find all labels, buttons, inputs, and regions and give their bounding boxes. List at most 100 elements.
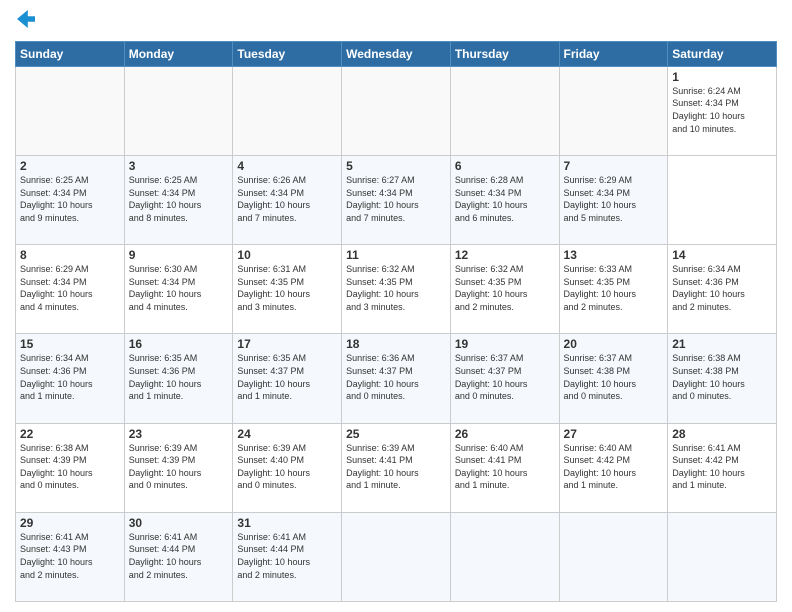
day-number: 31 xyxy=(237,516,337,530)
calendar-cell: 2Sunrise: 6:25 AMSunset: 4:34 PMDaylight… xyxy=(16,155,125,244)
calendar-week-4: 22Sunrise: 6:38 AMSunset: 4:39 PMDayligh… xyxy=(16,423,777,512)
calendar-cell: 27Sunrise: 6:40 AMSunset: 4:42 PMDayligh… xyxy=(559,423,668,512)
col-header-thursday: Thursday xyxy=(450,41,559,66)
calendar-week-1: 2Sunrise: 6:25 AMSunset: 4:34 PMDaylight… xyxy=(16,155,777,244)
day-number: 14 xyxy=(672,248,772,262)
day-number: 20 xyxy=(564,337,664,351)
cell-info: Sunrise: 6:31 AMSunset: 4:35 PMDaylight:… xyxy=(237,263,337,313)
day-number: 21 xyxy=(672,337,772,351)
cell-info: Sunrise: 6:35 AMSunset: 4:36 PMDaylight:… xyxy=(129,352,229,402)
cell-info: Sunrise: 6:25 AMSunset: 4:34 PMDaylight:… xyxy=(20,174,120,224)
calendar-cell: 21Sunrise: 6:38 AMSunset: 4:38 PMDayligh… xyxy=(668,334,777,423)
cell-info: Sunrise: 6:41 AMSunset: 4:42 PMDaylight:… xyxy=(672,442,772,492)
calendar-cell: 9Sunrise: 6:30 AMSunset: 4:34 PMDaylight… xyxy=(124,245,233,334)
calendar-cell xyxy=(233,66,342,155)
day-number: 13 xyxy=(564,248,664,262)
calendar-cell: 26Sunrise: 6:40 AMSunset: 4:41 PMDayligh… xyxy=(450,423,559,512)
day-number: 25 xyxy=(346,427,446,441)
calendar-cell: 6Sunrise: 6:28 AMSunset: 4:34 PMDaylight… xyxy=(450,155,559,244)
cell-info: Sunrise: 6:33 AMSunset: 4:35 PMDaylight:… xyxy=(564,263,664,313)
col-header-monday: Monday xyxy=(124,41,233,66)
day-number: 24 xyxy=(237,427,337,441)
day-number: 29 xyxy=(20,516,120,530)
calendar-cell xyxy=(668,512,777,601)
day-number: 27 xyxy=(564,427,664,441)
calendar-cell xyxy=(124,66,233,155)
cell-info: Sunrise: 6:41 AMSunset: 4:43 PMDaylight:… xyxy=(20,531,120,581)
calendar-cell xyxy=(16,66,125,155)
calendar-cell: 4Sunrise: 6:26 AMSunset: 4:34 PMDaylight… xyxy=(233,155,342,244)
logo xyxy=(15,10,35,33)
calendar-week-0: 1Sunrise: 6:24 AMSunset: 4:34 PMDaylight… xyxy=(16,66,777,155)
cell-info: Sunrise: 6:41 AMSunset: 4:44 PMDaylight:… xyxy=(237,531,337,581)
day-number: 5 xyxy=(346,159,446,173)
cell-info: Sunrise: 6:37 AMSunset: 4:37 PMDaylight:… xyxy=(455,352,555,402)
calendar-cell xyxy=(342,512,451,601)
calendar-cell: 16Sunrise: 6:35 AMSunset: 4:36 PMDayligh… xyxy=(124,334,233,423)
cell-info: Sunrise: 6:28 AMSunset: 4:34 PMDaylight:… xyxy=(455,174,555,224)
cell-info: Sunrise: 6:25 AMSunset: 4:34 PMDaylight:… xyxy=(129,174,229,224)
cell-info: Sunrise: 6:30 AMSunset: 4:34 PMDaylight:… xyxy=(129,263,229,313)
day-number: 17 xyxy=(237,337,337,351)
cell-info: Sunrise: 6:26 AMSunset: 4:34 PMDaylight:… xyxy=(237,174,337,224)
cell-info: Sunrise: 6:32 AMSunset: 4:35 PMDaylight:… xyxy=(346,263,446,313)
calendar-cell: 24Sunrise: 6:39 AMSunset: 4:40 PMDayligh… xyxy=(233,423,342,512)
cell-info: Sunrise: 6:29 AMSunset: 4:34 PMDaylight:… xyxy=(20,263,120,313)
calendar-cell: 10Sunrise: 6:31 AMSunset: 4:35 PMDayligh… xyxy=(233,245,342,334)
cell-info: Sunrise: 6:36 AMSunset: 4:37 PMDaylight:… xyxy=(346,352,446,402)
calendar-cell: 25Sunrise: 6:39 AMSunset: 4:41 PMDayligh… xyxy=(342,423,451,512)
calendar-cell: 19Sunrise: 6:37 AMSunset: 4:37 PMDayligh… xyxy=(450,334,559,423)
cell-info: Sunrise: 6:34 AMSunset: 4:36 PMDaylight:… xyxy=(20,352,120,402)
cell-info: Sunrise: 6:35 AMSunset: 4:37 PMDaylight:… xyxy=(237,352,337,402)
day-number: 4 xyxy=(237,159,337,173)
cell-info: Sunrise: 6:40 AMSunset: 4:42 PMDaylight:… xyxy=(564,442,664,492)
col-header-sunday: Sunday xyxy=(16,41,125,66)
calendar-cell: 11Sunrise: 6:32 AMSunset: 4:35 PMDayligh… xyxy=(342,245,451,334)
day-number: 28 xyxy=(672,427,772,441)
calendar-header-row: SundayMondayTuesdayWednesdayThursdayFrid… xyxy=(16,41,777,66)
calendar-cell: 5Sunrise: 6:27 AMSunset: 4:34 PMDaylight… xyxy=(342,155,451,244)
cell-info: Sunrise: 6:27 AMSunset: 4:34 PMDaylight:… xyxy=(346,174,446,224)
logo-arrow-icon xyxy=(17,10,35,28)
day-number: 3 xyxy=(129,159,229,173)
day-number: 12 xyxy=(455,248,555,262)
day-number: 26 xyxy=(455,427,555,441)
page: SundayMondayTuesdayWednesdayThursdayFrid… xyxy=(0,0,792,612)
cell-info: Sunrise: 6:32 AMSunset: 4:35 PMDaylight:… xyxy=(455,263,555,313)
day-number: 8 xyxy=(20,248,120,262)
col-header-saturday: Saturday xyxy=(668,41,777,66)
col-header-friday: Friday xyxy=(559,41,668,66)
calendar-cell: 31Sunrise: 6:41 AMSunset: 4:44 PMDayligh… xyxy=(233,512,342,601)
calendar-cell: 29Sunrise: 6:41 AMSunset: 4:43 PMDayligh… xyxy=(16,512,125,601)
cell-info: Sunrise: 6:24 AMSunset: 4:34 PMDaylight:… xyxy=(672,85,772,135)
calendar-week-2: 8Sunrise: 6:29 AMSunset: 4:34 PMDaylight… xyxy=(16,245,777,334)
calendar-cell: 15Sunrise: 6:34 AMSunset: 4:36 PMDayligh… xyxy=(16,334,125,423)
day-number: 18 xyxy=(346,337,446,351)
col-header-wednesday: Wednesday xyxy=(342,41,451,66)
day-number: 23 xyxy=(129,427,229,441)
calendar-cell: 23Sunrise: 6:39 AMSunset: 4:39 PMDayligh… xyxy=(124,423,233,512)
day-number: 1 xyxy=(672,70,772,84)
day-number: 10 xyxy=(237,248,337,262)
calendar-week-3: 15Sunrise: 6:34 AMSunset: 4:36 PMDayligh… xyxy=(16,334,777,423)
cell-info: Sunrise: 6:38 AMSunset: 4:39 PMDaylight:… xyxy=(20,442,120,492)
calendar-cell: 17Sunrise: 6:35 AMSunset: 4:37 PMDayligh… xyxy=(233,334,342,423)
calendar-cell xyxy=(450,66,559,155)
calendar-cell xyxy=(450,512,559,601)
calendar-cell xyxy=(342,66,451,155)
calendar-cell: 30Sunrise: 6:41 AMSunset: 4:44 PMDayligh… xyxy=(124,512,233,601)
cell-info: Sunrise: 6:29 AMSunset: 4:34 PMDaylight:… xyxy=(564,174,664,224)
day-number: 2 xyxy=(20,159,120,173)
calendar-cell: 13Sunrise: 6:33 AMSunset: 4:35 PMDayligh… xyxy=(559,245,668,334)
calendar-cell: 7Sunrise: 6:29 AMSunset: 4:34 PMDaylight… xyxy=(559,155,668,244)
day-number: 7 xyxy=(564,159,664,173)
calendar-cell: 14Sunrise: 6:34 AMSunset: 4:36 PMDayligh… xyxy=(668,245,777,334)
cell-info: Sunrise: 6:41 AMSunset: 4:44 PMDaylight:… xyxy=(129,531,229,581)
cell-info: Sunrise: 6:34 AMSunset: 4:36 PMDaylight:… xyxy=(672,263,772,313)
day-number: 9 xyxy=(129,248,229,262)
calendar-cell: 8Sunrise: 6:29 AMSunset: 4:34 PMDaylight… xyxy=(16,245,125,334)
cell-info: Sunrise: 6:38 AMSunset: 4:38 PMDaylight:… xyxy=(672,352,772,402)
calendar-cell: 28Sunrise: 6:41 AMSunset: 4:42 PMDayligh… xyxy=(668,423,777,512)
calendar-cell: 1Sunrise: 6:24 AMSunset: 4:34 PMDaylight… xyxy=(668,66,777,155)
logo-text xyxy=(15,10,35,33)
